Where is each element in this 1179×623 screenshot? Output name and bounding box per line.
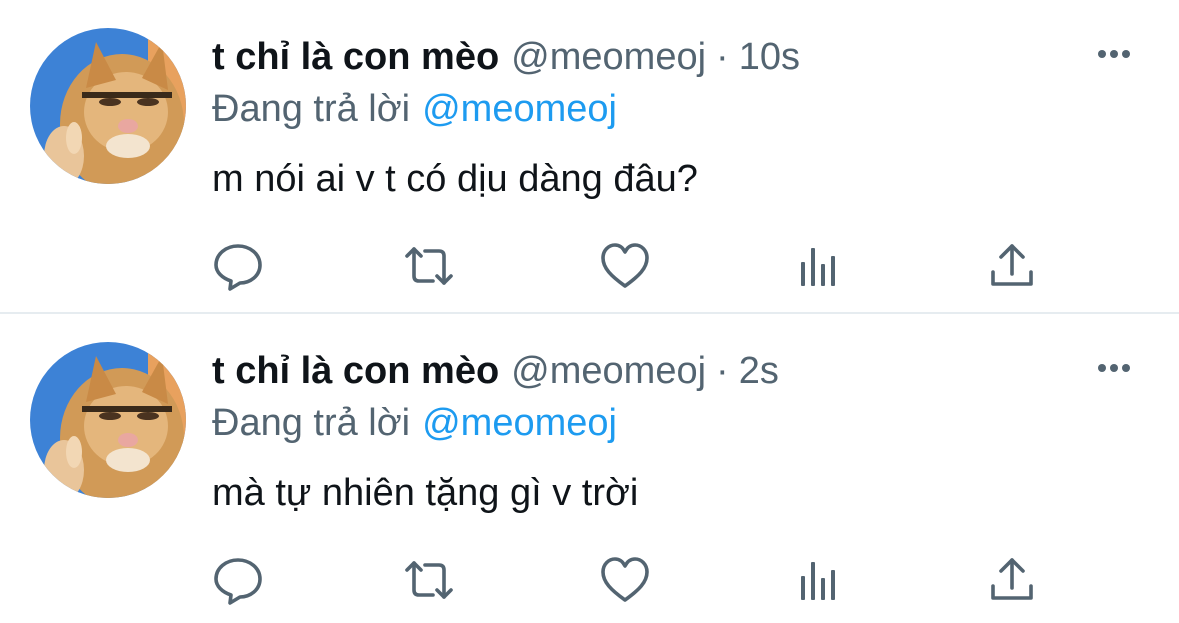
tweet-actions (0, 240, 1179, 292)
tweet[interactable]: t chỉ là con mèo @meomeoj · 2s Đang trả lời… (0, 314, 1179, 623)
avatar[interactable] (30, 28, 186, 184)
replying-to-mention[interactable]: @meomeoj (422, 88, 617, 130)
like-icon[interactable] (599, 554, 651, 606)
tweet-feed: t chỉ là con mèo @meomeoj · 10s Đang trả lờ… (0, 0, 1179, 623)
tweet-header: t chỉ là con mèo @meomeoj · 10s (212, 32, 800, 82)
display-name[interactable]: t chỉ là con mèo (212, 350, 499, 392)
share-icon[interactable] (986, 240, 1038, 292)
retweet-icon[interactable] (403, 240, 455, 292)
replying-to: Đang trả lời @meomeoj (212, 398, 617, 448)
replying-to-label: Đang trả lời (212, 88, 411, 130)
replying-to-mention[interactable]: @meomeoj (422, 402, 617, 444)
user-handle[interactable]: @meomeoj (511, 350, 706, 392)
tweet-text: m nói ai v t có dịu dàng đâu? (212, 158, 698, 200)
more-options-icon[interactable] (1094, 44, 1134, 64)
views-icon[interactable] (793, 554, 845, 606)
reply-icon[interactable] (212, 554, 264, 606)
timestamp[interactable]: 2s (739, 350, 779, 392)
more-options-icon[interactable] (1094, 358, 1134, 378)
tweet-actions (0, 554, 1179, 606)
tweet-header: t chỉ là con mèo @meomeoj · 2s (212, 346, 779, 396)
retweet-icon[interactable] (403, 554, 455, 606)
user-handle[interactable]: @meomeoj (511, 36, 706, 78)
reply-icon[interactable] (212, 240, 264, 292)
like-icon[interactable] (599, 240, 651, 292)
views-icon[interactable] (793, 240, 845, 292)
separator-dot: · (716, 350, 729, 392)
replying-to-label: Đang trả lời (212, 402, 411, 444)
tweet-text: mà tự nhiên tặng gì v trời (212, 472, 639, 514)
replying-to: Đang trả lời @meomeoj (212, 84, 617, 134)
display-name[interactable]: t chỉ là con mèo (212, 36, 499, 78)
tweet[interactable]: t chỉ là con mèo @meomeoj · 10s Đang trả lờ… (0, 0, 1179, 312)
share-icon[interactable] (986, 554, 1038, 606)
separator-dot: · (716, 36, 729, 78)
avatar[interactable] (30, 342, 186, 498)
timestamp[interactable]: 10s (739, 36, 800, 78)
